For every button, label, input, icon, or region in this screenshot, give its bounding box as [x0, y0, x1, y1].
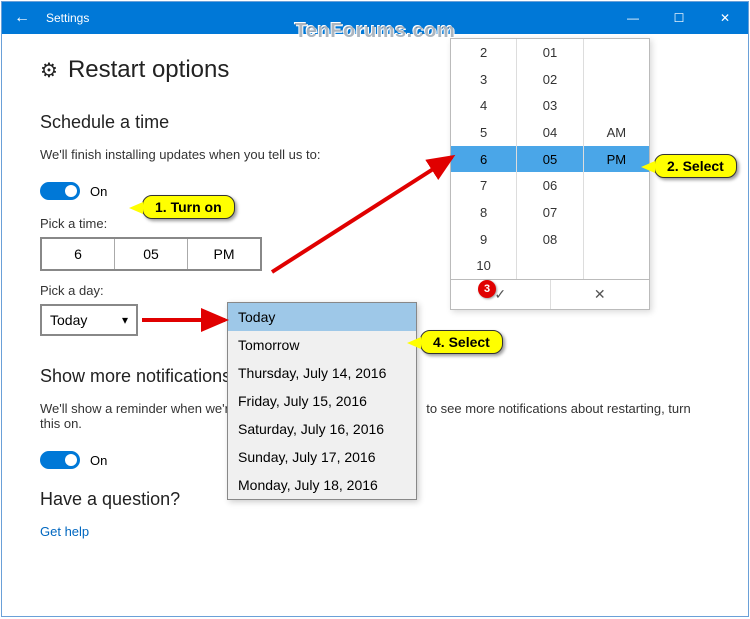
callout-2: 2. Select	[654, 154, 737, 178]
picker-cell[interactable]	[584, 252, 649, 279]
time-hour[interactable]: 6	[42, 239, 115, 269]
day-field[interactable]: Today ▾	[40, 304, 138, 336]
more-toggle-label: On	[90, 453, 107, 468]
time-minute[interactable]: 05	[115, 239, 188, 269]
close-button[interactable]: ✕	[702, 2, 748, 34]
picker-cell[interactable]: PM	[584, 146, 649, 173]
window-title: Settings	[42, 11, 610, 25]
picker-cell[interactable]	[584, 226, 649, 253]
schedule-toggle[interactable]	[40, 182, 80, 200]
picker-cell[interactable]: 9	[451, 226, 516, 253]
day-option[interactable]: Sunday, July 17, 2016	[228, 443, 416, 471]
picker-cell[interactable]: 08	[517, 226, 582, 253]
ampm-column[interactable]: AMPM	[584, 39, 649, 279]
time-field[interactable]: 6 05 PM	[40, 237, 262, 271]
back-button[interactable]: ←	[2, 9, 42, 27]
picker-cell[interactable]: 01	[517, 39, 582, 66]
day-dropdown: TodayTomorrowThursday, July 14, 2016Frid…	[227, 302, 417, 500]
picker-cell[interactable]: 6	[451, 146, 516, 173]
callout-1: 1. Turn on	[142, 195, 235, 219]
picker-cell[interactable]: 05	[517, 146, 582, 173]
picker-cell[interactable]: 5	[451, 119, 516, 146]
minute-column[interactable]: 0102030405060708	[517, 39, 583, 279]
day-selected: Today	[50, 312, 87, 328]
more-toggle[interactable]	[40, 451, 80, 469]
day-option[interactable]: Today	[228, 303, 416, 331]
minimize-button[interactable]: —	[610, 2, 656, 34]
titlebar: ← Settings — ☐ ✕	[2, 2, 748, 34]
picker-cell[interactable]: 07	[517, 199, 582, 226]
picker-cell[interactable]: 2	[451, 39, 516, 66]
picker-cell[interactable]: 02	[517, 66, 582, 93]
day-option[interactable]: Thursday, July 14, 2016	[228, 359, 416, 387]
picker-cell[interactable]: 03	[517, 92, 582, 119]
maximize-button[interactable]: ☐	[656, 2, 702, 34]
picker-cell[interactable]	[517, 252, 582, 279]
picker-cell[interactable]: 7	[451, 172, 516, 199]
picker-cell[interactable]	[584, 39, 649, 66]
callout-4: 4. Select	[420, 330, 503, 354]
time-picker-cancel[interactable]: ✕	[551, 280, 650, 309]
get-help-link[interactable]: Get help	[40, 524, 710, 539]
picker-cell[interactable]: 8	[451, 199, 516, 226]
callout-3: 3	[478, 280, 496, 298]
schedule-toggle-label: On	[90, 184, 107, 199]
picker-cell[interactable]: 04	[517, 119, 582, 146]
picker-cell[interactable]: 3	[451, 66, 516, 93]
time-ampm[interactable]: PM	[188, 239, 260, 269]
day-option[interactable]: Monday, July 18, 2016	[228, 471, 416, 499]
chevron-down-icon: ▾	[122, 313, 128, 327]
day-option[interactable]: Friday, July 15, 2016	[228, 387, 416, 415]
gear-icon: ⚙	[40, 58, 58, 83]
picker-cell[interactable]: AM	[584, 119, 649, 146]
day-option[interactable]: Tomorrow	[228, 331, 416, 359]
picker-cell[interactable]: 10	[451, 252, 516, 279]
picker-cell[interactable]	[584, 66, 649, 93]
picker-cell[interactable]	[584, 199, 649, 226]
time-picker-popup: 23456789100102030405060708AMPM ✓ ✕	[450, 38, 650, 310]
hour-column[interactable]: 2345678910	[451, 39, 517, 279]
time-picker-accept[interactable]: ✓	[451, 280, 551, 309]
picker-cell[interactable]	[584, 92, 649, 119]
day-option[interactable]: Saturday, July 16, 2016	[228, 415, 416, 443]
picker-cell[interactable]	[584, 172, 649, 199]
picker-cell[interactable]: 06	[517, 172, 582, 199]
picker-cell[interactable]: 4	[451, 92, 516, 119]
